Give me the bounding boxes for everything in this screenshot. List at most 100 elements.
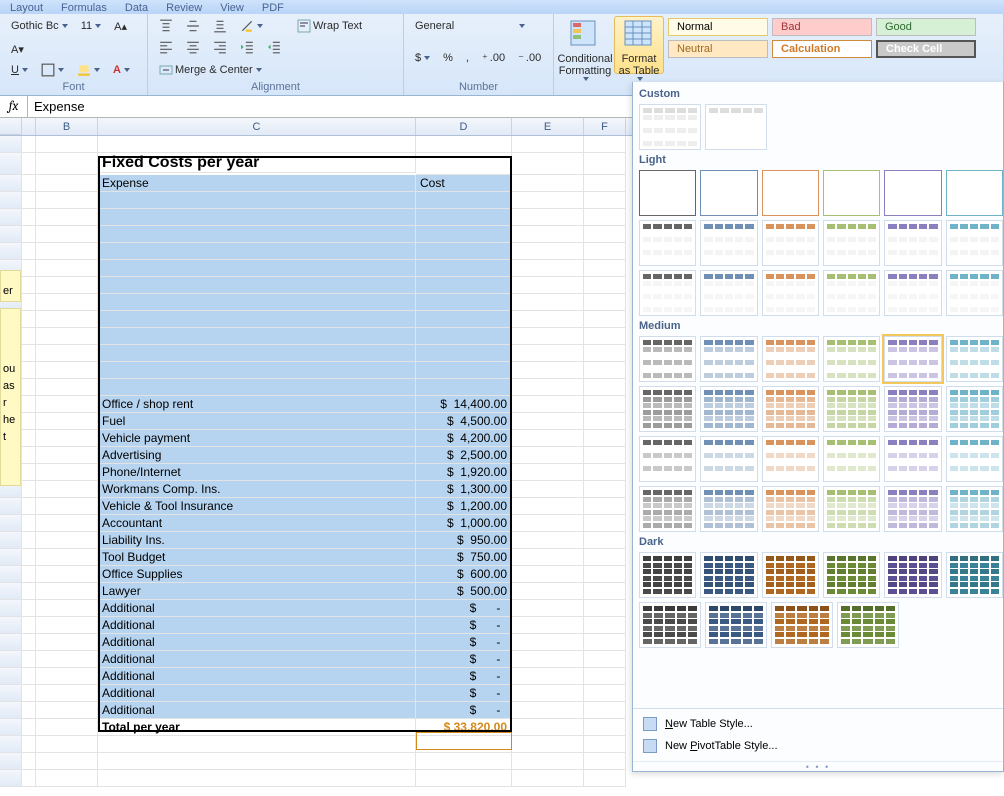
row-header[interactable] (0, 702, 22, 719)
cell[interactable] (416, 260, 512, 277)
cell[interactable] (36, 209, 98, 226)
table-style-thumb[interactable] (700, 270, 757, 316)
row-header[interactable] (0, 583, 22, 600)
indent-dec-icon[interactable] (235, 37, 259, 57)
cell[interactable] (36, 260, 98, 277)
cell[interactable] (22, 498, 36, 515)
table-style-thumb[interactable] (946, 386, 1003, 432)
cell[interactable] (512, 753, 584, 770)
table-style-thumb[interactable] (946, 436, 1003, 482)
table-style-thumb[interactable] (705, 104, 767, 150)
cell[interactable] (22, 413, 36, 430)
table-style-thumb[interactable] (823, 486, 880, 532)
cell[interactable] (512, 311, 584, 328)
cell[interactable] (584, 481, 626, 498)
cell[interactable] (98, 345, 416, 362)
table-style-thumb[interactable] (639, 104, 701, 150)
cell[interactable] (98, 136, 416, 153)
cell[interactable] (22, 549, 36, 566)
cell[interactable] (512, 136, 584, 153)
wrap-text-button[interactable]: Wrap Text (292, 16, 367, 36)
cell[interactable] (36, 532, 98, 549)
cell[interactable] (584, 498, 626, 515)
borders-button[interactable] (36, 60, 69, 80)
expense-amount[interactable]: $ 2,500.00 (416, 447, 512, 464)
cell[interactable] (36, 192, 98, 209)
cell[interactable] (416, 226, 512, 243)
table-style-thumb[interactable] (700, 220, 757, 266)
cell[interactable] (584, 617, 626, 634)
cell[interactable] (22, 175, 36, 192)
cell[interactable] (512, 566, 584, 583)
cell[interactable] (512, 413, 584, 430)
expense-label[interactable]: Vehicle payment (98, 430, 416, 447)
currency-button[interactable]: $ (410, 48, 435, 68)
row-header[interactable] (0, 153, 22, 175)
expense-amount[interactable]: $ 950.00 (416, 532, 512, 549)
cell[interactable] (22, 566, 36, 583)
cell[interactable] (98, 243, 416, 260)
expense-label[interactable]: Tool Budget (98, 549, 416, 566)
cell[interactable] (416, 345, 512, 362)
table-style-thumb[interactable] (884, 220, 941, 266)
expense-label[interactable]: Additional (98, 651, 416, 668)
cell[interactable] (36, 549, 98, 566)
cell[interactable] (416, 153, 512, 175)
table-style-thumb[interactable] (884, 552, 941, 598)
cell[interactable] (584, 583, 626, 600)
table-style-thumb[interactable] (823, 336, 880, 382)
cell[interactable] (416, 311, 512, 328)
cell[interactable] (584, 136, 626, 153)
tab-data[interactable]: Data (125, 2, 148, 14)
expense-amount[interactable]: $ 1,920.00 (416, 464, 512, 481)
sticky-note[interactable]: ouasrhet (0, 308, 21, 486)
table-style-thumb[interactable] (639, 170, 696, 216)
table-style-thumb[interactable] (762, 220, 819, 266)
style-good[interactable]: Good (876, 18, 976, 36)
cell[interactable] (584, 430, 626, 447)
cell[interactable] (22, 226, 36, 243)
conditional-formatting-button[interactable]: Conditional Formatting (560, 16, 610, 74)
cell[interactable] (98, 379, 416, 396)
header-cost[interactable]: Cost (416, 175, 512, 192)
cell[interactable] (512, 209, 584, 226)
cell[interactable] (36, 413, 98, 430)
expense-label[interactable]: Advertising (98, 447, 416, 464)
table-style-thumb[interactable] (639, 336, 696, 382)
row-header[interactable] (0, 515, 22, 532)
expense-amount[interactable]: $ 4,500.00 (416, 413, 512, 430)
cell[interactable] (36, 345, 98, 362)
cell[interactable] (36, 753, 98, 770)
cell[interactable] (584, 532, 626, 549)
cell[interactable] (584, 770, 626, 787)
style-normal[interactable]: Normal (668, 18, 768, 36)
table-style-thumb[interactable] (762, 270, 819, 316)
cell[interactable] (584, 277, 626, 294)
cell[interactable] (512, 702, 584, 719)
table-style-thumb[interactable] (700, 486, 757, 532)
cell[interactable] (36, 153, 98, 175)
cell[interactable] (22, 532, 36, 549)
table-style-thumb[interactable] (705, 602, 767, 648)
cell[interactable] (584, 549, 626, 566)
cell[interactable] (36, 226, 98, 243)
table-style-thumb[interactable] (946, 486, 1003, 532)
row-header[interactable] (0, 600, 22, 617)
cell[interactable] (584, 736, 626, 753)
expense-amount[interactable]: $ 1,300.00 (416, 481, 512, 498)
expense-amount[interactable]: $ 1,000.00 (416, 515, 512, 532)
table-style-thumb[interactable] (823, 220, 880, 266)
table-style-thumb[interactable] (639, 436, 696, 482)
table-style-thumb[interactable] (823, 170, 880, 216)
table-style-thumb[interactable] (946, 170, 1003, 216)
cell[interactable] (36, 651, 98, 668)
title-cell[interactable]: Fixed Costs per year (98, 153, 416, 173)
cell[interactable] (584, 464, 626, 481)
cell[interactable] (36, 379, 98, 396)
style-bad[interactable]: Bad (772, 18, 872, 36)
cell[interactable] (584, 685, 626, 702)
col-header[interactable]: E (512, 118, 584, 135)
cell[interactable] (22, 753, 36, 770)
cell[interactable] (584, 651, 626, 668)
cell[interactable] (584, 396, 626, 413)
